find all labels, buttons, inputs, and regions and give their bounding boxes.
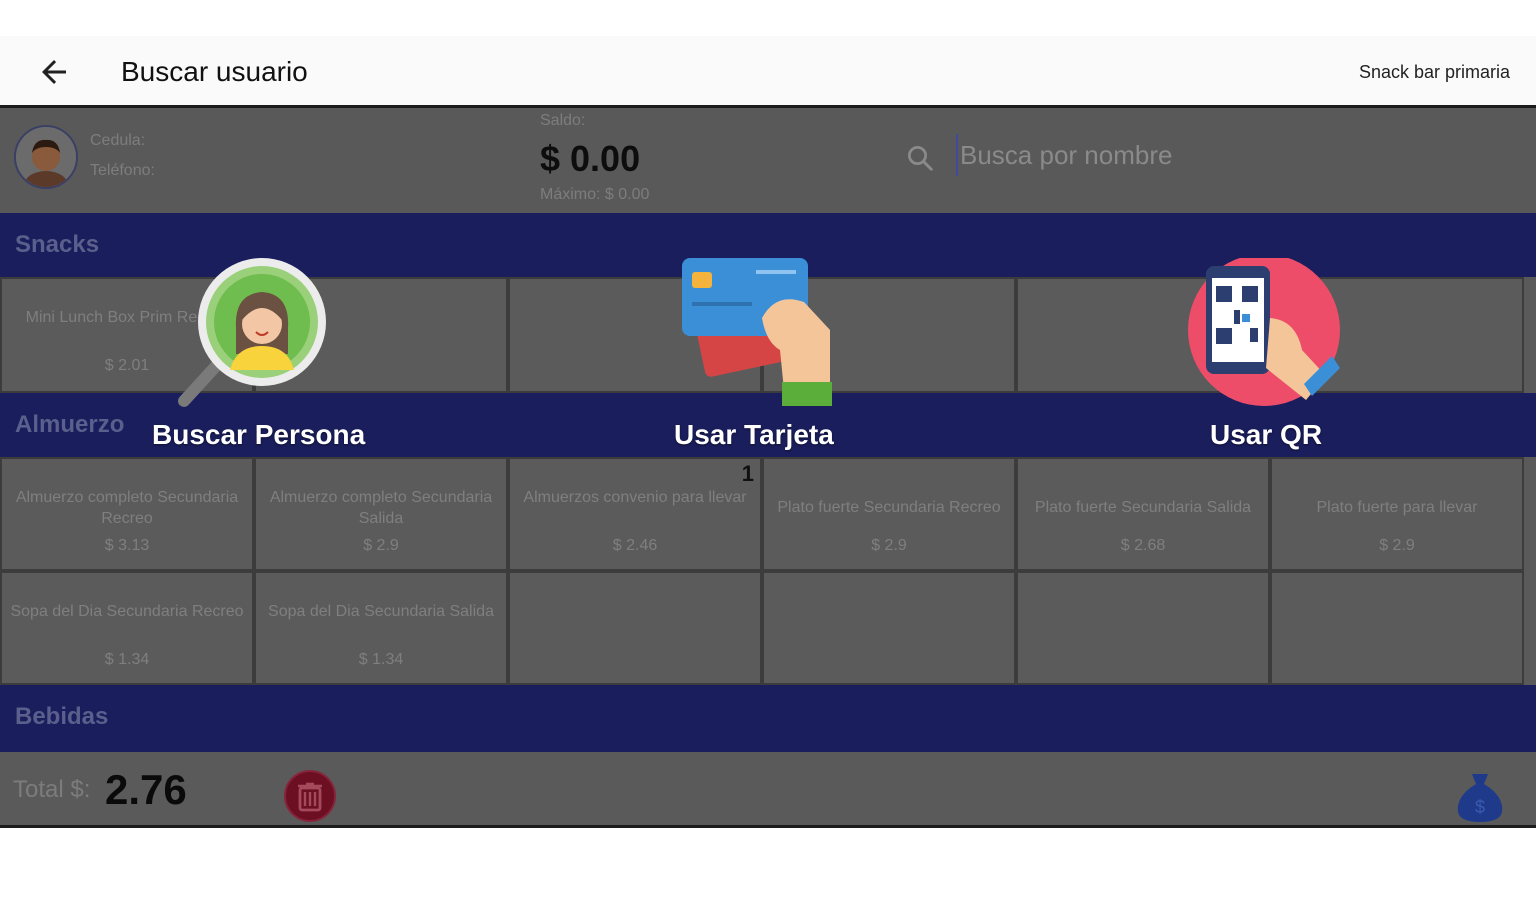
product-name: Plato fuerte Secundaria Salida [1034, 499, 1252, 516]
product-card[interactable]: Plato fuerte para llevar $ 2.9 [1270, 457, 1524, 571]
page-title: Buscar usuario [121, 56, 308, 87]
product-name: Sopa del Dia Secundaria Recreo [10, 603, 244, 620]
use-card-option[interactable] [680, 258, 840, 408]
use-qr-option[interactable] [1186, 254, 1342, 408]
product-name: Plato fuerte para llevar [1316, 499, 1478, 516]
telefono-label: Teléfono: [90, 162, 155, 179]
maximo-label: Máximo: $ 0.00 [540, 186, 650, 203]
product-name: Almuerzos convenio para llevar [523, 489, 747, 506]
clear-cart-button[interactable] [284, 770, 336, 822]
product-card[interactable]: Sopa del Dia Secundaria Recreo $ 1.34 [0, 571, 254, 685]
cedula-label: Cedula: [90, 132, 146, 149]
back-arrow-icon[interactable] [36, 54, 72, 90]
product-card[interactable]: Almuerzo completo Secundaria Salida $ 2.… [254, 457, 508, 571]
search-input[interactable] [956, 134, 1502, 176]
product-price: $ 1.34 [104, 651, 150, 668]
section-title-snacks: Snacks [15, 231, 100, 258]
magnifier-person-icon [178, 258, 326, 407]
product-card[interactable]: 1 Almuerzos convenio para llevar $ 2.46 [508, 457, 762, 571]
total-value: 2.76 [105, 766, 187, 813]
product-price: $ 3.13 [104, 537, 150, 554]
product-name: Sopa del Dia Secundaria Salida [268, 603, 494, 620]
product-card[interactable]: Sopa del Dia Secundaria Salida $ 1.34 [254, 571, 508, 685]
trash-icon [298, 782, 322, 812]
product-name: Almuerzo completo Secundaria Recreo [15, 489, 239, 527]
option-label-tarjeta[interactable]: Usar Tarjeta [674, 419, 834, 451]
user-avatar-icon [16, 127, 76, 187]
location-label: Snack bar primaria [1358, 62, 1510, 82]
saldo-value: $ 0.00 [540, 138, 641, 179]
option-label-buscar[interactable]: Buscar Persona [152, 419, 365, 451]
product-price: $ 2.9 [1379, 537, 1415, 554]
money-bag-icon[interactable]: $ [1450, 766, 1510, 826]
top-bar: Buscar usuario Snack bar primaria [0, 36, 1536, 108]
product-price: $ 2.9 [871, 537, 907, 554]
svg-text:$: $ [1475, 797, 1485, 817]
product-price: $ 1.34 [358, 651, 404, 668]
section-bebidas: Bebidas [0, 685, 1536, 752]
search-icon [908, 146, 933, 171]
product-card[interactable]: Almuerzo completo Secundaria Recreo $ 3.… [0, 457, 254, 571]
almuerzo-grid: Almuerzo completo Secundaria Recreo $ 3.… [0, 457, 1536, 685]
total-label: Total $: [13, 776, 91, 803]
avatar [14, 125, 78, 189]
product-name: Almuerzo completo Secundaria Salida [269, 489, 493, 527]
product-price: $ 2.68 [1120, 537, 1166, 554]
credit-card-icon [682, 258, 832, 406]
section-title-almuerzo: Almuerzo [15, 411, 125, 438]
product-name: Plato fuerte Secundaria Recreo [777, 499, 1001, 516]
search-person-option[interactable] [176, 258, 336, 408]
section-title-bebidas: Bebidas [15, 703, 109, 730]
product-card[interactable]: Plato fuerte Secundaria Salida $ 2.68 [1016, 457, 1270, 571]
product-price: $ 2.9 [363, 537, 399, 554]
empty-cell [508, 571, 762, 685]
option-label-qr[interactable]: Usar QR [1210, 419, 1322, 451]
empty-cell [762, 571, 1016, 685]
saldo-label: Saldo: [540, 112, 586, 129]
product-card[interactable]: Plato fuerte Secundaria Recreo $ 2.9 [762, 457, 1016, 571]
qr-phone-icon [1188, 254, 1340, 406]
quantity-badge: 1 [741, 461, 754, 486]
app-screen: Buscar usuario Snack bar primaria Cedula… [0, 36, 1536, 828]
product-price: $ 2.46 [612, 537, 658, 554]
empty-cell [1016, 571, 1270, 685]
footer-bar: Total $: 2.76 $ [0, 752, 1536, 828]
empty-cell [1270, 571, 1524, 685]
user-info-row: Cedula: Teléfono: Saldo: $ 0.00 Máximo: … [0, 108, 1536, 213]
